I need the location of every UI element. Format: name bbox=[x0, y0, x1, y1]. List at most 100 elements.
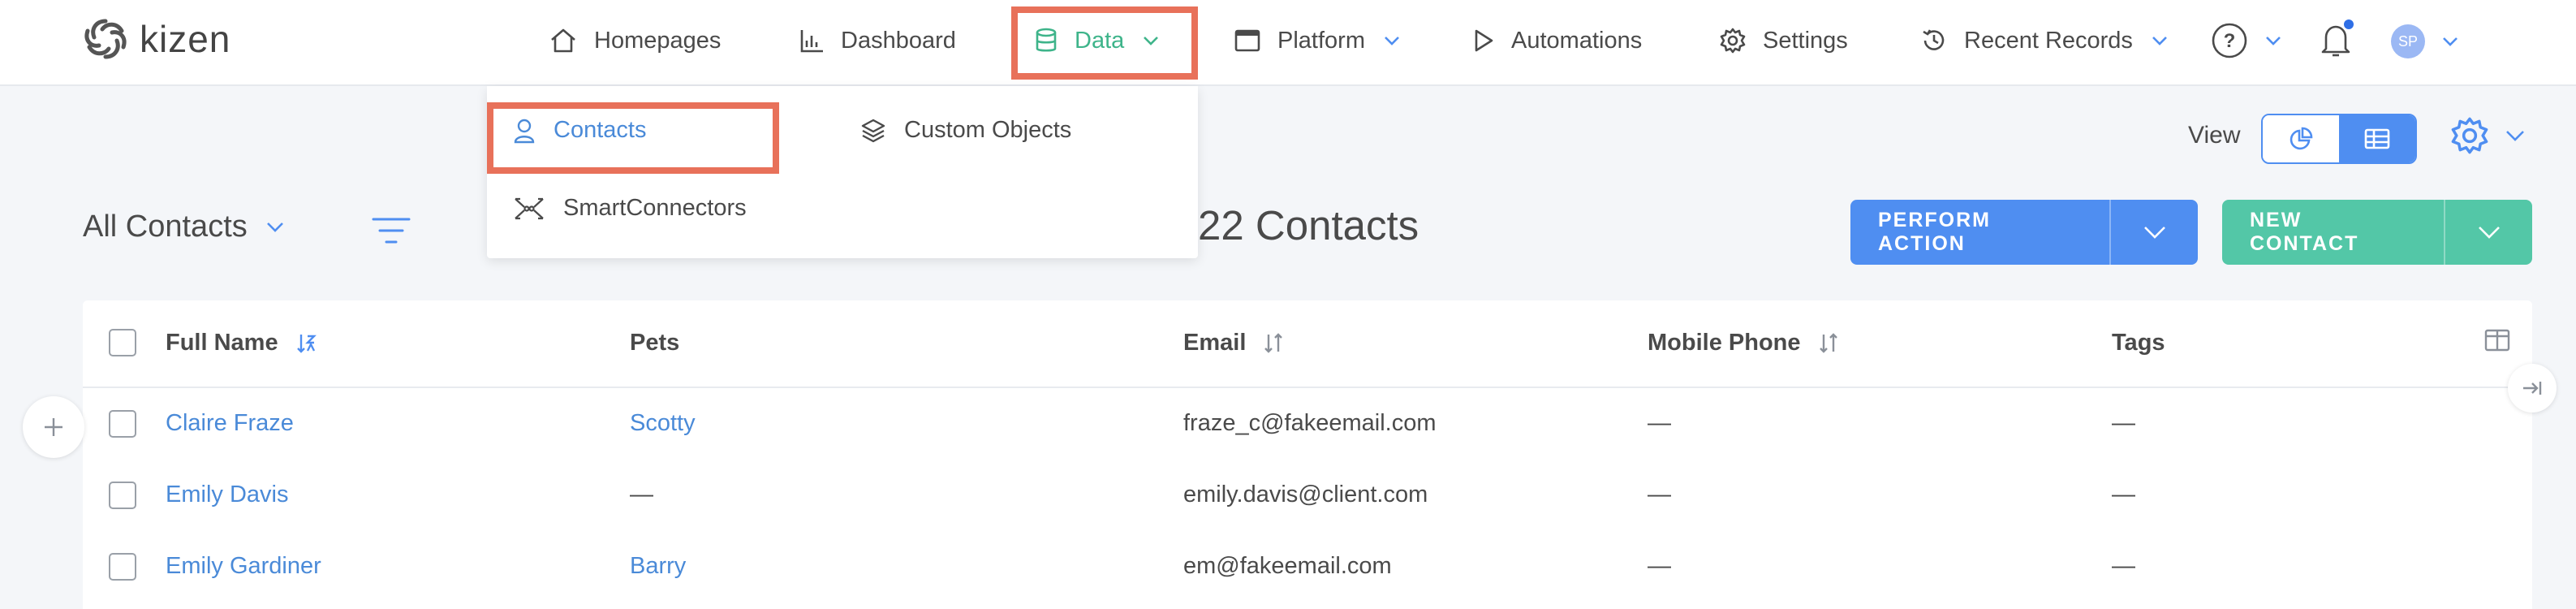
brand-name: kizen bbox=[140, 18, 231, 60]
email-cell: emily.davis@client.com bbox=[1183, 482, 1428, 508]
contact-name-link[interactable]: Emily Gardiner bbox=[166, 553, 321, 580]
columns-icon bbox=[2484, 329, 2510, 352]
group-selector-label: All Contacts bbox=[83, 209, 248, 244]
header-divider bbox=[83, 387, 2532, 388]
sort-ascending-icon[interactable] bbox=[295, 331, 319, 356]
column-header-label: Full Name bbox=[166, 330, 278, 356]
new-contact-dropdown[interactable] bbox=[2444, 200, 2532, 265]
email-cell: fraze_c@fakeemail.com bbox=[1183, 410, 1437, 436]
chevron-down-icon bbox=[2264, 35, 2282, 46]
help-icon: ? bbox=[2211, 22, 2248, 59]
column-header-label: Mobile Phone bbox=[1648, 330, 1801, 356]
row-checkbox[interactable] bbox=[109, 553, 136, 581]
database-icon bbox=[1034, 27, 1058, 54]
chevron-down-icon bbox=[2478, 227, 2500, 239]
menu-item-contacts[interactable]: Contacts bbox=[513, 117, 646, 144]
mobile-phone-cell: — bbox=[1648, 410, 1671, 436]
layers-icon bbox=[860, 118, 886, 144]
gear-icon bbox=[1719, 27, 1747, 54]
nav-item-recent-records[interactable]: Recent Records bbox=[1920, 0, 2169, 81]
column-header-label: Pets bbox=[630, 330, 680, 356]
menu-item-custom-objects[interactable]: Custom Objects bbox=[860, 117, 1071, 144]
filter-icon bbox=[372, 218, 411, 244]
chevron-down-icon bbox=[2505, 129, 2526, 142]
mobile-phone-cell: — bbox=[1648, 553, 1671, 579]
row-checkbox[interactable] bbox=[109, 410, 136, 438]
column-header-pets[interactable]: Pets bbox=[630, 330, 679, 356]
column-header-full-name[interactable]: Full Name bbox=[166, 330, 319, 356]
expand-panel-button[interactable] bbox=[2508, 364, 2557, 412]
pets-link[interactable]: Barry bbox=[630, 553, 686, 580]
perform-action-button[interactable]: PERFORM ACTION bbox=[1850, 200, 2198, 265]
chevron-down-icon bbox=[265, 221, 285, 234]
chevron-down-icon bbox=[1142, 35, 1160, 46]
home-icon bbox=[549, 27, 578, 54]
nav-item-platform[interactable]: Platform bbox=[1234, 0, 1401, 81]
plus-icon bbox=[45, 418, 62, 436]
contact-name-link[interactable]: Claire Fraze bbox=[166, 410, 294, 437]
table-icon bbox=[2364, 128, 2390, 149]
user-menu[interactable]: SP bbox=[2391, 24, 2459, 58]
sort-icon[interactable] bbox=[1817, 331, 1840, 356]
nav-item-label: Data bbox=[1075, 27, 1125, 54]
mobile-phone-cell: — bbox=[1648, 482, 1671, 508]
view-label: View bbox=[2188, 122, 2241, 149]
nav-item-label: Automations bbox=[1511, 27, 1643, 54]
chart-view-button[interactable] bbox=[2263, 115, 2339, 162]
column-header-email[interactable]: Email bbox=[1183, 330, 1285, 356]
bar-chart-icon bbox=[799, 28, 825, 54]
select-all-checkbox[interactable] bbox=[109, 329, 136, 356]
pets-cell: — bbox=[630, 482, 653, 508]
nav-item-homepages[interactable]: Homepages bbox=[549, 0, 721, 81]
nav-item-data[interactable]: Data bbox=[1034, 0, 1160, 81]
nav-item-label: Settings bbox=[1763, 27, 1848, 54]
perform-action-dropdown[interactable] bbox=[2109, 200, 2198, 265]
pie-chart-icon bbox=[2290, 127, 2313, 150]
svg-text:?: ? bbox=[2224, 30, 2236, 52]
column-header-tags[interactable]: Tags bbox=[2112, 330, 2165, 356]
nav-item-settings[interactable]: Settings bbox=[1719, 0, 1848, 81]
help-menu-button[interactable]: ? bbox=[2211, 0, 2282, 81]
kizen-logo[interactable]: kizen bbox=[81, 16, 230, 62]
menu-item-smartconnectors[interactable]: SmartConnectors bbox=[513, 195, 747, 222]
chevron-down-icon bbox=[2143, 227, 2165, 239]
perform-action-label: PERFORM ACTION bbox=[1878, 209, 1991, 255]
connector-icon bbox=[513, 196, 545, 222]
gear-icon bbox=[2451, 117, 2488, 154]
arrow-to-right-icon bbox=[2523, 382, 2542, 395]
history-icon bbox=[1920, 27, 1948, 54]
avatar: SP bbox=[2391, 24, 2425, 58]
table-view-button[interactable] bbox=[2339, 115, 2415, 162]
bell-icon bbox=[2321, 19, 2354, 57]
notifications-button[interactable] bbox=[2318, 19, 2355, 60]
sort-icon[interactable] bbox=[1262, 331, 1285, 356]
column-header-label: Tags bbox=[2112, 330, 2165, 356]
pets-link[interactable]: Scotty bbox=[630, 410, 696, 437]
tags-cell: — bbox=[2112, 553, 2135, 579]
tags-cell: — bbox=[2112, 410, 2135, 436]
settings-dropdown-button[interactable] bbox=[2449, 115, 2526, 156]
chevron-down-icon bbox=[2441, 36, 2459, 47]
contact-name-link[interactable]: Emily Davis bbox=[166, 482, 288, 508]
new-contact-button[interactable]: NEW CONTACT bbox=[2222, 200, 2532, 265]
nav-item-label: Platform bbox=[1277, 27, 1365, 54]
nav-item-dashboard[interactable]: Dashboard bbox=[799, 0, 956, 81]
nav-item-label: Recent Records bbox=[1964, 27, 2133, 54]
nav-item-label: Dashboard bbox=[841, 27, 956, 54]
chevron-down-icon bbox=[2151, 35, 2169, 46]
kizen-logo-icon bbox=[84, 19, 127, 59]
nav-item-automations[interactable]: Automations bbox=[1472, 0, 1642, 81]
play-icon bbox=[1472, 28, 1495, 54]
column-settings-button[interactable] bbox=[2483, 328, 2511, 352]
tags-cell: — bbox=[2112, 482, 2135, 508]
view-toggle bbox=[2261, 114, 2417, 164]
nav-item-label: Homepages bbox=[594, 27, 722, 54]
menu-item-label: Contacts bbox=[554, 117, 647, 143]
filter-button[interactable] bbox=[372, 214, 411, 247]
add-row-button[interactable] bbox=[23, 396, 84, 458]
person-icon bbox=[513, 118, 536, 144]
column-header-mobile-phone[interactable]: Mobile Phone bbox=[1648, 330, 1840, 356]
row-checkbox[interactable] bbox=[109, 482, 136, 509]
record-count: 22 Contacts bbox=[1198, 202, 1419, 248]
group-selector[interactable]: All Contacts bbox=[83, 209, 285, 244]
